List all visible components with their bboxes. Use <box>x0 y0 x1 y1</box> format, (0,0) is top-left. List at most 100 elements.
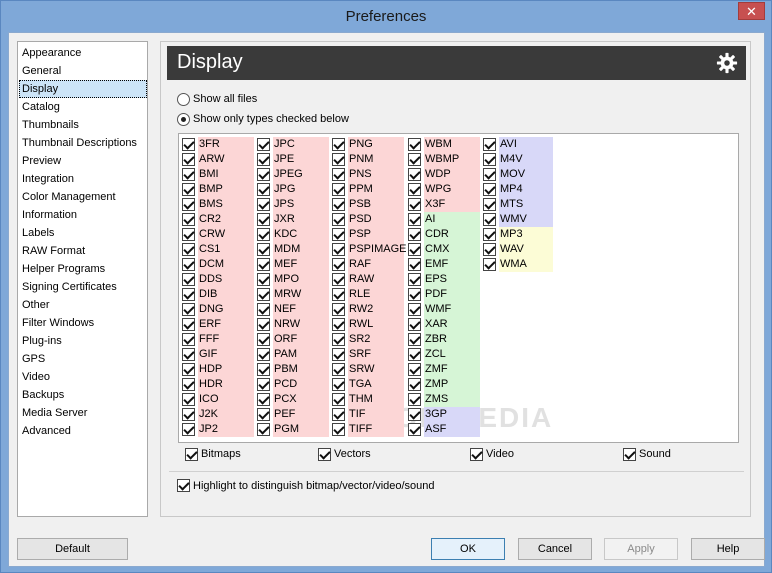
file-type-checkbox[interactable] <box>408 183 421 196</box>
show-only-types-radio[interactable] <box>177 112 190 126</box>
file-type-pam[interactable]: PAM <box>257 347 329 362</box>
file-type-cmx[interactable]: CMX <box>408 242 480 257</box>
file-type-checkbox[interactable] <box>408 333 421 346</box>
file-type-checkbox[interactable] <box>257 348 270 361</box>
file-type-zmp[interactable]: ZMP <box>408 377 480 392</box>
file-type-srw[interactable]: SRW <box>332 362 404 377</box>
file-type-arw[interactable]: ARW <box>182 152 254 167</box>
sidebar-item-advanced[interactable]: Advanced <box>19 422 147 440</box>
file-type-psp[interactable]: PSP <box>332 227 404 242</box>
file-type-x3f[interactable]: X3F <box>408 197 480 212</box>
file-type-checkbox[interactable] <box>408 393 421 406</box>
file-type-checkbox[interactable] <box>182 198 195 211</box>
sound-toggle[interactable]: Sound <box>623 446 671 462</box>
file-type-ai[interactable]: AI <box>408 212 480 227</box>
file-type-checkbox[interactable] <box>257 363 270 376</box>
file-type-rle[interactable]: RLE <box>332 287 404 302</box>
file-type-fff[interactable]: FFF <box>182 332 254 347</box>
help-button[interactable]: Help <box>691 538 765 560</box>
file-type-dds[interactable]: DDS <box>182 272 254 287</box>
file-type-checkbox[interactable] <box>408 378 421 391</box>
file-type-wmv[interactable]: WMV <box>483 212 553 227</box>
file-type-checkbox[interactable] <box>182 228 195 241</box>
file-type-checkbox[interactable] <box>483 153 496 166</box>
file-type-mrw[interactable]: MRW <box>257 287 329 302</box>
sidebar-item-preview[interactable]: Preview <box>19 152 147 170</box>
file-type-checkbox[interactable] <box>182 423 195 436</box>
file-type-tiff[interactable]: TIFF <box>332 422 404 437</box>
file-type-checkbox[interactable] <box>182 138 195 151</box>
file-type-checkbox[interactable] <box>483 138 496 151</box>
file-type-checkbox[interactable] <box>257 213 270 226</box>
file-type-dcm[interactable]: DCM <box>182 257 254 272</box>
file-type-asf[interactable]: ASF <box>408 422 480 437</box>
file-type-checkbox[interactable] <box>257 168 270 181</box>
file-type-avi[interactable]: AVI <box>483 137 553 152</box>
file-type-checkbox[interactable] <box>483 258 496 271</box>
file-type-pnm[interactable]: PNM <box>332 152 404 167</box>
file-type-checkbox[interactable] <box>408 198 421 211</box>
file-type-checkbox[interactable] <box>182 303 195 316</box>
file-type-checkbox[interactable] <box>257 408 270 421</box>
file-type-pdf[interactable]: PDF <box>408 287 480 302</box>
file-type-checkbox[interactable] <box>182 153 195 166</box>
file-type-checkbox[interactable] <box>408 153 421 166</box>
file-type-jpc[interactable]: JPC <box>257 137 329 152</box>
sidebar-item-information[interactable]: Information <box>19 206 147 224</box>
file-type-checkbox[interactable] <box>332 318 345 331</box>
file-type-checkbox[interactable] <box>182 318 195 331</box>
sidebar-item-backups[interactable]: Backups <box>19 386 147 404</box>
file-type-zmf[interactable]: ZMF <box>408 362 480 377</box>
file-type-checkbox[interactable] <box>332 363 345 376</box>
file-type-mpo[interactable]: MPO <box>257 272 329 287</box>
file-type-cr2[interactable]: CR2 <box>182 212 254 227</box>
file-type-checkbox[interactable] <box>332 303 345 316</box>
file-type-checkbox[interactable] <box>182 393 195 406</box>
sidebar-item-catalog[interactable]: Catalog <box>19 98 147 116</box>
file-type-zms[interactable]: ZMS <box>408 392 480 407</box>
file-type-ppm[interactable]: PPM <box>332 182 404 197</box>
file-type-checkbox[interactable] <box>408 273 421 286</box>
file-type-checkbox[interactable] <box>408 288 421 301</box>
file-type-wav[interactable]: WAV <box>483 242 553 257</box>
sidebar-item-plug-ins[interactable]: Plug-ins <box>19 332 147 350</box>
file-type-checkbox[interactable] <box>257 273 270 286</box>
file-type-checkbox[interactable] <box>332 393 345 406</box>
file-type-nrw[interactable]: NRW <box>257 317 329 332</box>
sidebar-item-color-management[interactable]: Color Management <box>19 188 147 206</box>
file-type-png[interactable]: PNG <box>332 137 404 152</box>
file-type-checkbox[interactable] <box>332 228 345 241</box>
apply-button[interactable]: Apply <box>604 538 678 560</box>
file-type-checkbox[interactable] <box>257 393 270 406</box>
sidebar-item-display[interactable]: Display <box>19 80 147 98</box>
sidebar-item-other[interactable]: Other <box>19 296 147 314</box>
sidebar-item-appearance[interactable]: Appearance <box>19 44 147 62</box>
file-type-checkbox[interactable] <box>483 198 496 211</box>
file-type-tif[interactable]: TIF <box>332 407 404 422</box>
file-type-checkbox[interactable] <box>332 153 345 166</box>
file-type-checkbox[interactable] <box>182 213 195 226</box>
file-type-checkbox[interactable] <box>332 408 345 421</box>
sidebar-item-thumbnail-descriptions[interactable]: Thumbnail Descriptions <box>19 134 147 152</box>
sidebar-item-filter-windows[interactable]: Filter Windows <box>19 314 147 332</box>
sidebar-item-video[interactable]: Video <box>19 368 147 386</box>
file-type-checkbox[interactable] <box>408 408 421 421</box>
file-type-zcl[interactable]: ZCL <box>408 347 480 362</box>
file-type-checkbox[interactable] <box>257 228 270 241</box>
file-type-checkbox[interactable] <box>408 318 421 331</box>
file-type-cs1[interactable]: CS1 <box>182 242 254 257</box>
file-type-emf[interactable]: EMF <box>408 257 480 272</box>
highlight-checkbox[interactable] <box>177 479 190 492</box>
file-type-checkbox[interactable] <box>182 378 195 391</box>
file-type-checkbox[interactable] <box>408 348 421 361</box>
file-type-j2k[interactable]: J2K <box>182 407 254 422</box>
default-button[interactable]: Default <box>17 538 128 560</box>
gear-icon[interactable] <box>716 52 738 74</box>
file-type-mdm[interactable]: MDM <box>257 242 329 257</box>
file-type-mov[interactable]: MOV <box>483 167 553 182</box>
file-type-checkbox[interactable] <box>257 183 270 196</box>
file-type-checkbox[interactable] <box>332 213 345 226</box>
file-type-dng[interactable]: DNG <box>182 302 254 317</box>
sound-checkbox[interactable] <box>623 447 636 461</box>
file-type-mts[interactable]: MTS <box>483 197 553 212</box>
